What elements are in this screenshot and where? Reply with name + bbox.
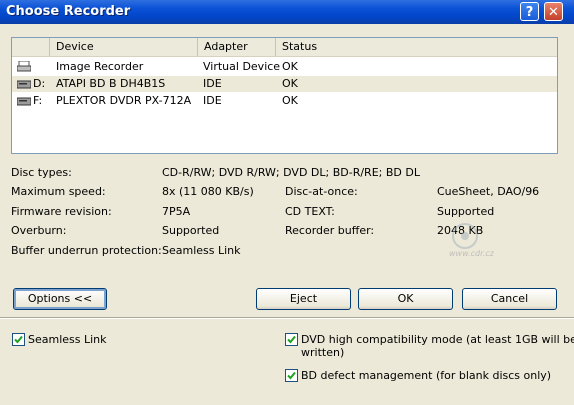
disc-types-value: CD-R/RW; DVD R/RW; DVD DL; BD-R/RE; BD D…	[162, 166, 420, 179]
header-device[interactable]: Device	[50, 38, 198, 56]
list-item[interactable]: Image Recorder Virtual Device OK	[12, 59, 557, 75]
device-adapter: IDE	[203, 94, 222, 107]
options-button[interactable]: Options <<	[13, 288, 107, 310]
seamless-link-label[interactable]: Seamless Link	[28, 333, 107, 346]
recorder-list[interactable]: Device Adapter Status Image Recorder Vir…	[11, 37, 558, 154]
seamless-link-checkbox[interactable]	[12, 333, 25, 346]
drive-letter: D:	[33, 77, 46, 90]
drive-letter: F:	[33, 94, 43, 107]
firmware-value: 7P5A	[162, 205, 191, 218]
watermark-text: www.cdr.cz	[449, 249, 494, 258]
max-speed-value: 8x (11 080 KB/s)	[162, 185, 254, 198]
title-bar: Choose Recorder ? ✕	[0, 0, 574, 24]
cdtext-label: CD TEXT:	[285, 205, 335, 218]
device-adapter: Virtual Device	[203, 60, 281, 73]
checkmark-icon	[287, 335, 296, 344]
cancel-button[interactable]: Cancel	[462, 288, 557, 310]
device-name: ATAPI BD B DH4B1S	[56, 77, 166, 90]
image-recorder-icon	[17, 61, 31, 72]
separator	[0, 317, 574, 319]
close-icon: ✕	[548, 5, 559, 20]
device-status: OK	[282, 77, 298, 90]
close-button[interactable]: ✕	[544, 2, 563, 21]
header-adapter[interactable]: Adapter	[198, 38, 276, 56]
dvd-compat-label-2[interactable]: written)	[301, 346, 344, 359]
dao-value: CueSheet, DAO/96	[437, 185, 540, 198]
overburn-label: Overburn:	[11, 224, 67, 237]
bd-defect-label[interactable]: BD defect management (for blank discs on…	[301, 369, 551, 382]
dao-label: Disc-at-once:	[285, 185, 358, 198]
dvd-compat-checkbox[interactable]	[285, 333, 298, 346]
list-item[interactable]: D: ATAPI BD B DH4B1S IDE OK	[12, 76, 557, 92]
help-button[interactable]: ?	[520, 2, 539, 21]
drive-icon	[17, 80, 31, 89]
drive-icon	[17, 97, 31, 106]
list-header: Device Adapter Status	[12, 38, 557, 57]
header-status[interactable]: Status	[276, 38, 557, 56]
eject-button[interactable]: Eject	[256, 288, 351, 310]
max-speed-label: Maximum speed:	[11, 185, 106, 198]
checkmark-icon	[14, 335, 23, 344]
device-name: PLEXTOR DVDR PX-712A	[56, 94, 192, 107]
bd-defect-checkbox[interactable]	[285, 369, 298, 382]
cdr-watermark-logo: www.cdr.cz	[447, 222, 507, 262]
overburn-value: Supported	[162, 224, 220, 237]
device-status: OK	[282, 94, 298, 107]
disc-types-label: Disc types:	[11, 166, 72, 179]
device-adapter: IDE	[203, 77, 222, 90]
device-name: Image Recorder	[56, 60, 144, 73]
ok-button[interactable]: OK	[358, 288, 453, 310]
cdtext-value: Supported	[437, 205, 495, 218]
buffer-protection-label: Buffer underrun protection:	[11, 244, 162, 257]
window-title: Choose Recorder	[6, 4, 131, 19]
device-status: OK	[282, 60, 298, 73]
firmware-label: Firmware revision:	[11, 205, 112, 218]
list-item[interactable]: F: PLEXTOR DVDR PX-712A IDE OK	[12, 93, 557, 109]
recorder-buffer-label: Recorder buffer:	[285, 224, 375, 237]
buffer-protection-value: Seamless Link	[162, 244, 241, 257]
help-icon: ?	[525, 5, 534, 20]
checkmark-icon	[287, 371, 296, 380]
dvd-compat-label[interactable]: DVD high compatibility mode (at least 1G…	[301, 333, 574, 346]
header-icon-col	[12, 38, 50, 56]
